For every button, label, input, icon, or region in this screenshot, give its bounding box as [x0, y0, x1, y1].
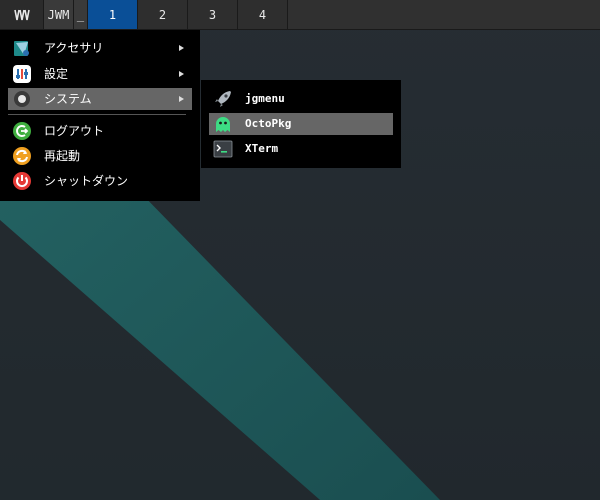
menu-button[interactable] — [0, 0, 44, 29]
submenu-arrow-icon — [179, 45, 184, 51]
taskbar-window-title[interactable]: JWM — [44, 0, 74, 29]
submenu-item-label: XTerm — [245, 142, 279, 155]
system-submenu: jgmenu OctoPkg XTerm — [201, 80, 401, 168]
system-icon — [14, 91, 30, 107]
submenu-item-jgmenu[interactable]: jgmenu — [209, 88, 393, 110]
terminal-icon — [213, 140, 233, 158]
menu-item-logout[interactable]: ログアウト — [8, 120, 192, 142]
submenu-item-octopkg[interactable]: OctoPkg — [209, 113, 393, 135]
workspace-4-button[interactable]: 4 — [238, 0, 288, 29]
workspace-3-button[interactable]: 3 — [188, 0, 238, 29]
menu-item-label: 設定 — [44, 67, 69, 81]
menu-item-label: 再起動 — [44, 149, 81, 163]
minimize-button[interactable]: _ — [74, 0, 88, 29]
menu-item-label: システム — [44, 92, 92, 106]
menu-item-label: シャットダウン — [44, 174, 129, 188]
root-menu: アクセサリ 設定 システム ログアウト 再起動 シャットダウン — [0, 30, 200, 201]
octopkg-ghost-icon — [216, 117, 230, 132]
menu-item-system[interactable]: システム — [8, 88, 192, 110]
jwm-menu-icon — [13, 9, 30, 20]
shutdown-icon — [13, 172, 31, 190]
menu-item-shutdown[interactable]: シャットダウン — [8, 170, 192, 192]
rocket-icon — [215, 91, 231, 107]
submenu-arrow-icon — [179, 71, 184, 77]
logout-icon — [13, 122, 31, 140]
settings-icon — [13, 65, 31, 83]
menu-item-label: ログアウト — [44, 124, 105, 138]
menu-item-settings[interactable]: 設定 — [8, 63, 192, 85]
restart-icon — [13, 147, 31, 165]
workspace-1-button[interactable]: 1 — [88, 0, 138, 29]
menu-item-accessories[interactable]: アクセサリ — [8, 37, 192, 59]
submenu-item-label: jgmenu — [245, 92, 285, 105]
submenu-item-xterm[interactable]: XTerm — [209, 138, 393, 160]
submenu-item-label: OctoPkg — [245, 117, 292, 130]
menu-item-restart[interactable]: 再起動 — [8, 145, 192, 167]
accessories-icon — [14, 41, 29, 56]
taskbar: JWM _ 1 2 3 4 — [0, 0, 600, 30]
submenu-arrow-icon — [179, 96, 184, 102]
workspace-2-button[interactable]: 2 — [138, 0, 188, 29]
menu-separator — [8, 114, 186, 115]
menu-item-label: アクセサリ — [44, 41, 104, 55]
